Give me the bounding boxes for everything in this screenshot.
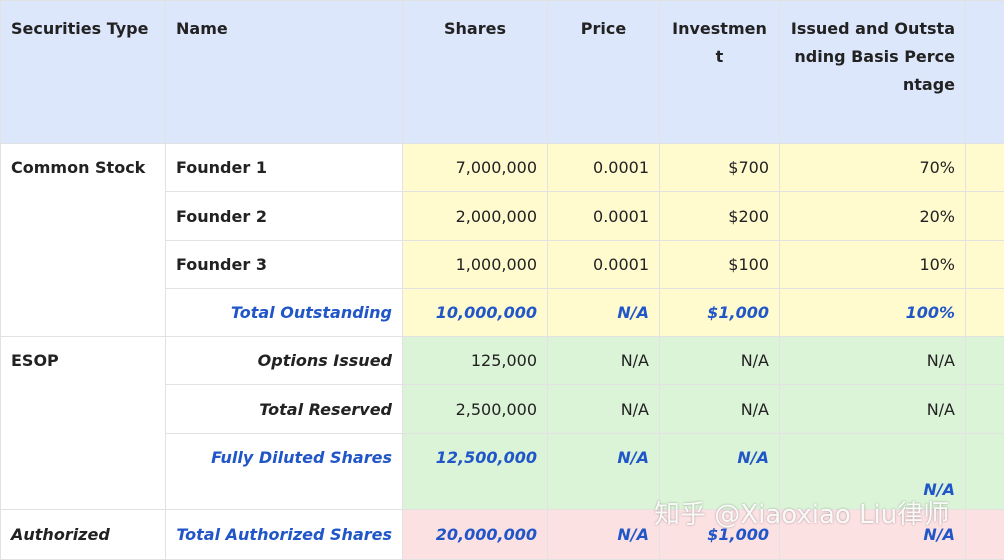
row-investment: N/A xyxy=(660,337,780,385)
header-spacer xyxy=(966,1,1004,144)
header-shares: Shares xyxy=(403,1,548,144)
row-investment: $100 xyxy=(660,241,780,289)
cap-table: Securities Type Name Shares Price Invest… xyxy=(0,0,1004,560)
fully-diluted-shares: 12,500,000 xyxy=(403,434,548,510)
total-row: Authorized Total Authorized Shares 20,00… xyxy=(1,510,1004,560)
row-name: Options Issued xyxy=(166,337,403,385)
row-spacer xyxy=(966,385,1004,434)
fully-diluted-price: N/A xyxy=(548,434,660,510)
total-outstanding-investment: $1,000 xyxy=(660,289,780,337)
total-authorized-percentage: N/A xyxy=(780,510,966,560)
total-outstanding-price: N/A xyxy=(548,289,660,337)
row-shares: 7,000,000 xyxy=(403,144,548,192)
group-label-esop: ESOP xyxy=(1,337,166,510)
total-outstanding-shares: 10,000,000 xyxy=(403,289,548,337)
row-spacer xyxy=(966,337,1004,385)
row-price: N/A xyxy=(548,385,660,434)
header-securities-type: Securities Type xyxy=(1,1,166,144)
fully-diluted-label: Fully Diluted Shares xyxy=(166,434,403,510)
total-authorized-price: N/A xyxy=(548,510,660,560)
fully-diluted-investment: N/A xyxy=(660,434,780,510)
row-investment: $700 xyxy=(660,144,780,192)
group-label-authorized: Authorized xyxy=(1,510,166,560)
table-row: Common Stock Founder 1 7,000,000 0.0001 … xyxy=(1,144,1004,192)
row-shares: 125,000 xyxy=(403,337,548,385)
row-spacer xyxy=(966,434,1004,510)
row-percentage: 20% xyxy=(780,192,966,241)
row-price: 0.0001 xyxy=(548,144,660,192)
row-spacer xyxy=(966,144,1004,192)
row-investment: $200 xyxy=(660,192,780,241)
header-name: Name xyxy=(166,1,403,144)
header-row: Securities Type Name Shares Price Invest… xyxy=(1,1,1004,144)
group-label-common-stock: Common Stock xyxy=(1,144,166,337)
row-name: Total Reserved xyxy=(166,385,403,434)
row-spacer xyxy=(966,192,1004,241)
row-percentage: 70% xyxy=(780,144,966,192)
total-outstanding-label: Total Outstanding xyxy=(166,289,403,337)
header-investment: Investment xyxy=(660,1,780,144)
row-investment: N/A xyxy=(660,385,780,434)
row-name: Founder 2 xyxy=(166,192,403,241)
row-name: Founder 1 xyxy=(166,144,403,192)
row-percentage: 10% xyxy=(780,241,966,289)
header-price: Price xyxy=(548,1,660,144)
header-percentage: Issued and Outstanding Basis Percentage xyxy=(780,1,966,144)
row-shares: 2,500,000 xyxy=(403,385,548,434)
total-outstanding-percentage: 100% xyxy=(780,289,966,337)
row-price: 0.0001 xyxy=(548,241,660,289)
row-spacer xyxy=(966,241,1004,289)
row-spacer xyxy=(966,510,1004,560)
row-percentage: N/A xyxy=(780,385,966,434)
row-spacer xyxy=(966,289,1004,337)
total-authorized-shares: 20,000,000 xyxy=(403,510,548,560)
row-price: N/A xyxy=(548,337,660,385)
row-shares: 2,000,000 xyxy=(403,192,548,241)
total-authorized-label: Total Authorized Shares xyxy=(166,510,403,560)
row-price: 0.0001 xyxy=(548,192,660,241)
row-percentage: N/A xyxy=(780,337,966,385)
row-name: Founder 3 xyxy=(166,241,403,289)
table-row: ESOP Options Issued 125,000 N/A N/A N/A xyxy=(1,337,1004,385)
row-shares: 1,000,000 xyxy=(403,241,548,289)
fully-diluted-percentage: N/A xyxy=(780,434,966,510)
total-authorized-investment: $1,000 xyxy=(660,510,780,560)
